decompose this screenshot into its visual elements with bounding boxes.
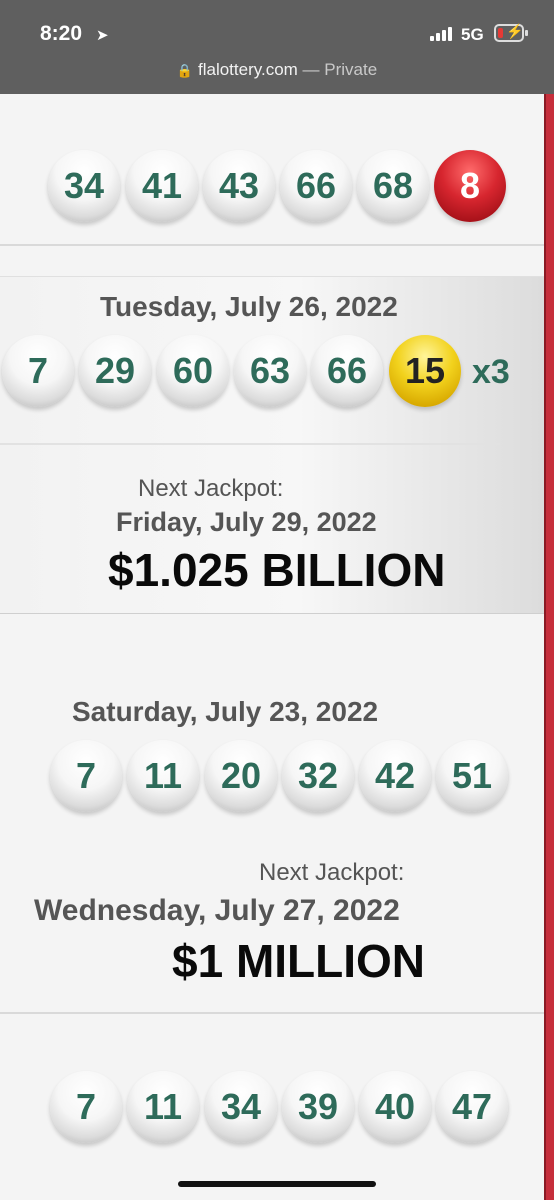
status-bar: 8:20 ➤ 5G ⚡ 🔒 flalottery.com — Private [0,0,554,94]
next-draw-date: Wednesday, July 27, 2022 [34,894,400,927]
next-jackpot-label: Next Jackpot: [259,859,405,886]
lottery-ball: 7 [2,335,74,407]
next-draw-date: Friday, July 29, 2022 [116,507,377,537]
next-jackpot-label: Next Jackpot: [138,475,284,502]
draw-date: Tuesday, July 26, 2022 [100,291,398,322]
lottery-ball: 32 [282,740,354,812]
powerball: 15 [389,335,461,407]
section-divider [0,443,500,445]
lottery-ball: 34 [48,150,120,222]
jackpot-amount: $1 MILLION [172,935,426,987]
network-type: 5G [461,25,484,44]
section-divider [0,244,544,246]
private-label: — Private [302,60,378,79]
mega-ball: 8 [434,150,506,222]
lottery-ball: 60 [157,335,229,407]
lottery-ball: 11 [127,1071,199,1143]
address-bar[interactable]: 🔒 flalottery.com — Private [0,60,554,80]
lottery-ball: 42 [359,740,431,812]
lottery-ball: 41 [126,150,198,222]
home-indicator[interactable] [178,1181,376,1187]
lottery-ball: 29 [79,335,151,407]
jackpot-banner: Tuesday, July 26, 2022 7 29 60 63 66 15 … [0,276,544,614]
lottery-ball: 40 [359,1071,431,1143]
lottery-ball: 11 [127,740,199,812]
lottery-ball: 34 [205,1071,277,1143]
status-time: 8:20 [40,22,83,45]
page-content: 34 41 43 66 68 8 Tuesday, July 26, 2022 … [0,94,554,1200]
url-text: flalottery.com [197,60,298,79]
side-accent-bar [544,94,554,1200]
lottery-ball: 66 [280,150,352,222]
battery-icon: ⚡ [494,23,524,42]
draw-date: Saturday, July 23, 2022 [72,696,379,727]
lottery-ball: 63 [234,335,306,407]
lock-icon: 🔒 [176,63,193,78]
lottery-ball: 39 [282,1071,354,1143]
lottery-ball: 66 [311,335,383,407]
lottery-ball: 43 [203,150,275,222]
lottery-ball: 68 [357,150,429,222]
multiplier: x3 [472,353,510,391]
location-arrow-icon: ➤ [96,27,109,44]
jackpot-amount: $1.025 BILLION [108,544,446,596]
lottery-ball: 20 [205,740,277,812]
lottery-ball: 47 [436,1071,508,1143]
section-divider [0,1012,544,1014]
lottery-ball: 7 [50,1071,122,1143]
lottery-ball: 51 [436,740,508,812]
lottery-ball: 7 [50,740,122,812]
